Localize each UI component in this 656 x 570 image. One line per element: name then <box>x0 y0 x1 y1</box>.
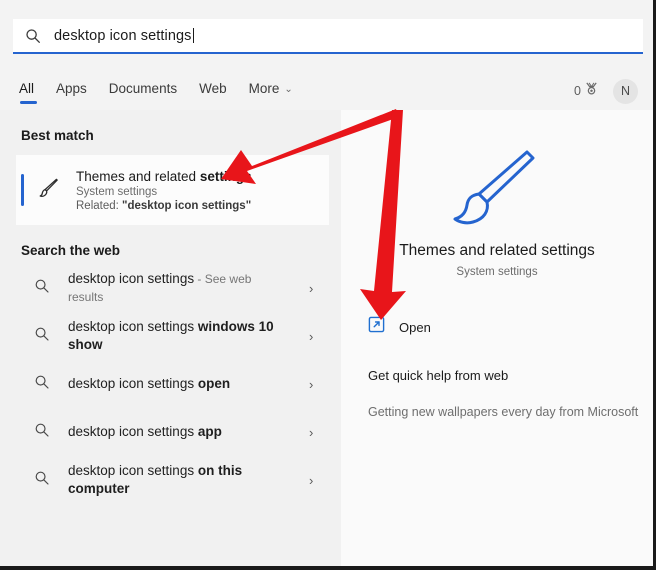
best-match-related-query: "desktop icon settings" <box>122 199 252 212</box>
best-match-result[interactable]: Themes and related settings System setti… <box>16 155 329 225</box>
list-item-query: desktop icon settings <box>68 271 195 286</box>
best-match-related-prefix: Related: <box>76 199 123 212</box>
tab-web[interactable]: Web <box>199 79 227 104</box>
search-the-web-heading: Search the web <box>21 243 121 258</box>
preview-title: Themes and related settings <box>399 242 595 259</box>
preview-subtitle: System settings <box>456 266 538 278</box>
chevron-right-icon[interactable]: › <box>309 426 321 439</box>
list-item-query: desktop icon settings <box>68 424 198 439</box>
search-icon <box>25 28 41 44</box>
tab-all[interactable]: All <box>19 79 38 104</box>
avatar-initial: N <box>620 84 631 98</box>
windows-search-flyout: desktop icon settings All Apps Documents… <box>0 0 656 570</box>
best-match-title-highlight: settings <box>199 168 252 184</box>
list-item-label: desktop icon settings windows 10 show <box>68 318 283 354</box>
web-results-list: desktop icon settings - See web results … <box>0 264 341 504</box>
tab-documents-label: Documents <box>108 80 178 96</box>
header-actions: 0 N <box>574 78 638 104</box>
tab-documents[interactable]: Documents <box>109 79 177 104</box>
open-button-label: Open <box>399 319 431 335</box>
best-match-related: Related: "desktop icon settings" <box>76 200 252 212</box>
tab-more-label: More <box>248 80 280 96</box>
rewards-medal-icon <box>584 81 599 101</box>
chevron-right-icon[interactable]: › <box>309 378 321 391</box>
filter-tab-bar: All Apps Documents Web More ⌄ 0 N <box>0 72 653 110</box>
tab-web-label: Web <box>199 80 227 96</box>
search-icon <box>34 470 50 491</box>
quick-help-heading: Get quick help from web <box>368 368 509 383</box>
list-item-query: desktop icon settings <box>68 463 198 478</box>
tab-all-label: All <box>19 80 35 96</box>
search-icon <box>34 422 50 443</box>
rewards-count: 0 <box>574 84 581 98</box>
list-item[interactable]: desktop icon settings windows 10 show › <box>0 312 341 360</box>
list-item[interactable]: desktop icon settings open › <box>0 360 341 408</box>
chevron-right-icon[interactable]: › <box>309 282 321 295</box>
rewards-button[interactable]: 0 <box>574 81 599 101</box>
tab-more[interactable]: More ⌄ <box>249 79 293 104</box>
tab-apps[interactable]: Apps <box>56 79 87 104</box>
paintbrush-large-icon <box>449 142 545 228</box>
chevron-down-icon: ⌄ <box>284 83 293 95</box>
list-item-label: desktop icon settings - See web results <box>68 270 283 306</box>
preview-actions: Open <box>341 316 653 338</box>
tab-apps-label: Apps <box>56 80 87 96</box>
list-item[interactable]: desktop icon settings on this computer › <box>0 456 341 504</box>
best-match-texts: Themes and related settings System setti… <box>76 169 252 212</box>
list-item[interactable]: desktop icon settings app › <box>0 408 341 456</box>
quick-help-item[interactable]: Getting new wallpapers every day from Mi… <box>341 405 653 419</box>
list-item-label: desktop icon settings app <box>68 423 283 441</box>
results-panel: Best match Themes and related settings S… <box>0 110 341 566</box>
list-item-label: desktop icon settings on this computer <box>68 462 283 498</box>
list-item[interactable]: desktop icon settings - See web results … <box>0 264 341 312</box>
list-item-completion: open <box>197 376 231 391</box>
text-cursor <box>192 28 194 43</box>
chevron-right-icon[interactable]: › <box>309 474 321 487</box>
preview-header: Themes and related settings System setti… <box>341 110 653 278</box>
search-input-value[interactable]: desktop icon settings <box>54 28 192 44</box>
search-icon <box>34 278 50 299</box>
best-match-title-plain: Themes and related <box>76 168 200 184</box>
search-icon <box>34 326 50 347</box>
list-item-completion: app <box>197 424 222 439</box>
external-link-icon <box>368 316 385 338</box>
search-box[interactable]: desktop icon settings <box>13 19 643 54</box>
open-button[interactable]: Open <box>368 316 653 338</box>
preview-panel: Themes and related settings System setti… <box>341 110 653 566</box>
chevron-right-icon[interactable]: › <box>309 330 321 343</box>
list-item-query: desktop icon settings <box>68 376 198 391</box>
avatar[interactable]: N <box>613 78 638 104</box>
paintbrush-icon <box>36 176 62 205</box>
search-icon <box>34 374 50 395</box>
list-item-label: desktop icon settings open <box>68 375 283 393</box>
best-match-subtitle: System settings <box>76 185 158 198</box>
list-item-query: desktop icon settings <box>68 319 198 334</box>
best-match-title: Themes and related settings <box>76 169 252 184</box>
best-match-heading: Best match <box>21 128 94 143</box>
